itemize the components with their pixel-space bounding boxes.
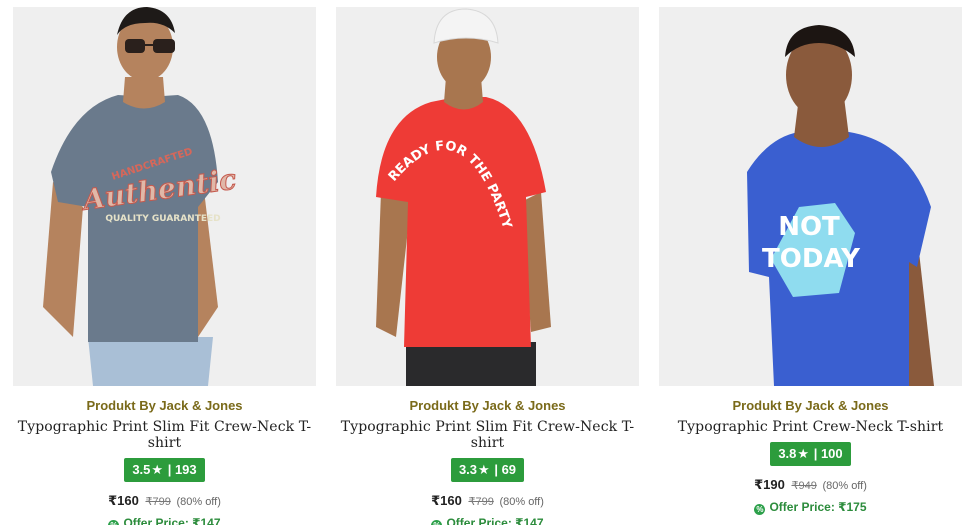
rating-badge: 3.3★ | 69 xyxy=(450,458,525,482)
rating-badge: 3.5★ | 193 xyxy=(124,458,205,482)
price: ₹160 xyxy=(108,493,139,508)
discount: (80% off) xyxy=(176,496,221,508)
product-card[interactable]: READY FOR THE PARTY Produkt By Jack & Jo… xyxy=(336,7,639,525)
mrp: ₹799 xyxy=(468,496,494,508)
discount: (80% off) xyxy=(499,496,544,508)
product-title[interactable]: Typographic Print Slim Fit Crew-Neck T-s… xyxy=(13,419,316,451)
price-row: ₹160 ₹799 (80% off) xyxy=(13,493,316,509)
price-row: ₹160 ₹799 (80% off) xyxy=(336,493,639,509)
price: ₹190 xyxy=(754,477,785,492)
offer-tag-icon: % xyxy=(754,504,766,515)
product-title[interactable]: Typographic Print Slim Fit Crew-Neck T-s… xyxy=(336,419,639,451)
brand-name[interactable]: Produkt By Jack & Jones xyxy=(336,398,639,413)
product-image[interactable]: READY FOR THE PARTY xyxy=(336,7,639,386)
offer-tag-icon: % xyxy=(431,520,443,525)
price-row: ₹190 ₹949 (80% off) xyxy=(659,477,962,493)
shirt-print-sub: QUALITY GUARANTEED xyxy=(105,214,220,224)
offer-price: % Offer Price: ₹175 xyxy=(754,500,867,515)
product-image[interactable]: NOT TODAY xyxy=(659,7,962,386)
mrp: ₹949 xyxy=(791,480,817,492)
star-icon: ★ xyxy=(797,446,810,461)
product-title[interactable]: Typographic Print Crew-Neck T-shirt xyxy=(659,419,962,435)
shirt-print-line1: NOT xyxy=(778,212,840,242)
discount: (80% off) xyxy=(822,480,867,492)
product-card[interactable]: HANDCRAFTED Authentic QUALITY GUARANTEED… xyxy=(13,7,316,525)
brand-name[interactable]: Produkt By Jack & Jones xyxy=(659,398,962,413)
offer-tag-icon: % xyxy=(108,520,120,525)
price: ₹160 xyxy=(431,493,462,508)
offer-price: %Offer Price: ₹147 xyxy=(13,516,316,525)
star-icon: ★ xyxy=(478,462,490,477)
star-icon: ★ xyxy=(151,462,164,477)
product-image[interactable]: HANDCRAFTED Authentic QUALITY GUARANTEED xyxy=(13,7,316,386)
shirt-print-line2: TODAY xyxy=(762,244,861,274)
offer-price: %Offer Price: ₹147 xyxy=(336,516,639,525)
brand-name[interactable]: Produkt By Jack & Jones xyxy=(13,398,316,413)
product-grid: HANDCRAFTED Authentic QUALITY GUARANTEED… xyxy=(0,0,976,525)
rating-badge: 3.8★ | 100 xyxy=(770,442,851,466)
mrp: ₹799 xyxy=(145,496,171,508)
product-card[interactable]: NOT TODAY Produkt By Jack & Jones Typogr… xyxy=(659,7,962,522)
